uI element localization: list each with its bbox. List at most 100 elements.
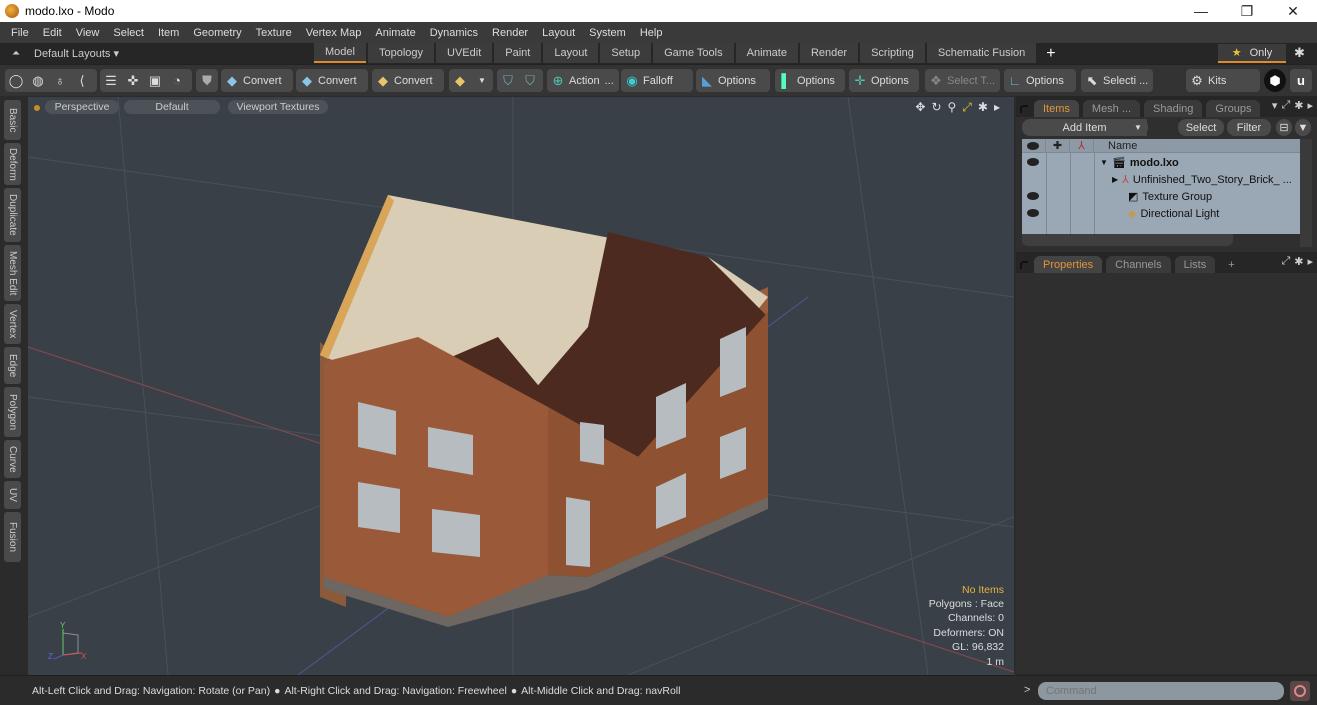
tab-channels[interactable]: Channels bbox=[1106, 256, 1171, 273]
maximize-icon[interactable]: ⤢ bbox=[962, 100, 972, 115]
action-center-button[interactable]: ⊕ Action ... bbox=[547, 69, 619, 92]
sidetab-vertex[interactable]: Vertex bbox=[4, 304, 21, 344]
options-button-3[interactable]: ✛ Options bbox=[849, 69, 919, 92]
tabs-dropdown-icon[interactable]: ▾ bbox=[1272, 99, 1278, 112]
view-type-dropdown[interactable]: Perspective bbox=[45, 100, 119, 114]
menu-system[interactable]: System bbox=[582, 27, 633, 39]
sidetab-duplicate[interactable]: Duplicate bbox=[4, 188, 21, 242]
panel-gear-icon[interactable]: ✱ bbox=[1294, 99, 1303, 112]
items-mode-icon[interactable]: ✜ bbox=[122, 70, 144, 92]
unreal-button[interactable]: u bbox=[1290, 69, 1312, 92]
sidetab-polygon[interactable]: Polygon bbox=[4, 387, 21, 437]
type-column[interactable]: ⅄ bbox=[1070, 139, 1094, 152]
convert-button-2[interactable]: ◆ Convert bbox=[296, 69, 368, 92]
expand-panel-icon[interactable]: ⤢ bbox=[1281, 99, 1290, 112]
menu-select[interactable]: Select bbox=[106, 27, 151, 39]
tab-game-tools[interactable]: Game Tools bbox=[653, 43, 734, 63]
lock-column[interactable]: ✚ bbox=[1046, 139, 1070, 152]
visibility-column[interactable] bbox=[1022, 139, 1046, 152]
tab-scripting[interactable]: Scripting bbox=[860, 43, 925, 63]
polygons-mode-icon[interactable]: ☰ bbox=[100, 70, 122, 92]
menu-layout[interactable]: Layout bbox=[535, 27, 582, 39]
menu-render[interactable]: Render bbox=[485, 27, 535, 39]
command-history-button[interactable] bbox=[1290, 681, 1310, 701]
sidetab-mesh-edit[interactable]: Mesh Edit bbox=[4, 245, 21, 301]
tab-groups[interactable]: Groups bbox=[1206, 100, 1261, 117]
item-list-vscrollbar[interactable] bbox=[1300, 139, 1312, 247]
minimize-button[interactable]: — bbox=[1178, 0, 1224, 22]
list-item[interactable]: ▶ ⅄ Unfinished_Two_Story_Brick_ ... bbox=[1022, 171, 1300, 188]
tab-items[interactable]: Items bbox=[1034, 100, 1079, 117]
menu-item[interactable]: Item bbox=[151, 27, 186, 39]
list-options-icon[interactable]: ⊟ bbox=[1276, 119, 1292, 136]
close-button[interactable]: ✕ bbox=[1270, 0, 1316, 22]
sidetab-fusion[interactable]: Fusion bbox=[4, 512, 21, 562]
eye-icon[interactable] bbox=[1027, 192, 1039, 200]
tab-schematic-fusion[interactable]: Schematic Fusion bbox=[926, 43, 1037, 63]
add-tab-button[interactable]: + bbox=[1038, 43, 1063, 64]
collapse-arrow-icon[interactable]: ⏶ bbox=[12, 48, 20, 59]
menu-view[interactable]: View bbox=[69, 27, 107, 39]
list-item[interactable]: ◩ Texture Group bbox=[1022, 188, 1300, 205]
viewport-options-dot-icon[interactable] bbox=[34, 105, 40, 111]
list-item[interactable]: ▼ 🎬︎ modo.lxo bbox=[1022, 154, 1300, 171]
vertices-mode-icon[interactable]: ◯ bbox=[5, 70, 27, 92]
viewport-menu-arrow-icon[interactable]: ▸ bbox=[994, 100, 1000, 115]
pen-mode-icon[interactable]: ♁ bbox=[49, 70, 71, 92]
tab-layout[interactable]: Layout bbox=[543, 43, 599, 63]
options-button-2[interactable]: ▌ Options bbox=[775, 69, 845, 92]
cube-dropdown[interactable]: ◆ ▼ bbox=[449, 69, 493, 92]
only-button[interactable]: ★ Only bbox=[1218, 44, 1286, 63]
add-item-dropdown-icon[interactable]: ▼ bbox=[1128, 119, 1148, 136]
name-column-header[interactable]: Name bbox=[1108, 140, 1137, 152]
panel-menu-arrow-icon[interactable]: ▸ bbox=[1307, 255, 1313, 268]
menu-animate[interactable]: Animate bbox=[368, 27, 422, 39]
falloff-button[interactable]: ◉ Falloff bbox=[621, 69, 693, 92]
globe-mode-icon[interactable]: ◍ bbox=[27, 70, 49, 92]
tab-properties[interactable]: Properties bbox=[1034, 256, 1103, 273]
tab-setup[interactable]: Setup bbox=[600, 43, 652, 63]
kits-button[interactable]: ⚙ Kits bbox=[1186, 69, 1260, 92]
expand-panel-icon[interactable]: ⤢ bbox=[1281, 255, 1290, 268]
restore-button[interactable]: ❐ bbox=[1224, 0, 1270, 22]
menu-file[interactable]: File bbox=[4, 27, 36, 39]
tab-animate[interactable]: Animate bbox=[735, 43, 798, 63]
panel-menu-arrow-icon[interactable]: ▸ bbox=[1307, 99, 1313, 112]
sidetab-basic[interactable]: Basic bbox=[4, 100, 21, 140]
sidetab-deform[interactable]: Deform bbox=[4, 143, 21, 185]
tab-topology[interactable]: Topology bbox=[367, 43, 435, 63]
select-button[interactable]: Select bbox=[1178, 119, 1224, 136]
rotate-icon[interactable]: ↻ bbox=[931, 100, 941, 115]
menu-help[interactable]: Help bbox=[633, 27, 670, 39]
zoom-icon[interactable]: ⚲ bbox=[948, 100, 957, 115]
add-properties-tab-button[interactable]: + bbox=[1219, 256, 1243, 273]
tab-uvedit[interactable]: UVEdit bbox=[436, 43, 493, 63]
sidetab-curve[interactable]: Curve bbox=[4, 440, 21, 478]
shield-button[interactable]: ⛊ bbox=[196, 69, 218, 92]
convert-button-3[interactable]: ◆ Convert bbox=[372, 69, 444, 92]
options-button-4[interactable]: ∟ Options bbox=[1004, 69, 1076, 92]
select-tool-button[interactable]: ❖ Select T... bbox=[925, 69, 1000, 92]
default-layouts-dropdown[interactable]: Default Layouts ▾ bbox=[34, 47, 119, 60]
edges-mode-icon[interactable]: ⟨ bbox=[71, 70, 93, 92]
filter-button[interactable]: Filter bbox=[1227, 119, 1271, 136]
expand-arrow-icon[interactable]: ▼ bbox=[1100, 158, 1108, 167]
materials-mode-icon[interactable]: ▣ bbox=[144, 70, 166, 92]
unity-button[interactable]: ⬢ bbox=[1264, 69, 1286, 92]
tab-shading[interactable]: Shading bbox=[1144, 100, 1203, 117]
pan-icon[interactable]: ✥ bbox=[915, 100, 925, 115]
item-list-hscrollbar[interactable] bbox=[1022, 234, 1233, 246]
symmetry-shield-icon[interactable]: ⛉ bbox=[519, 70, 541, 92]
sidetab-edge[interactable]: Edge bbox=[4, 347, 21, 384]
options-button-1[interactable]: ◣ Options bbox=[696, 69, 770, 92]
command-input[interactable] bbox=[1038, 682, 1284, 700]
tab-model[interactable]: Model bbox=[314, 43, 366, 63]
viewport-gear-icon[interactable]: ✱ bbox=[978, 100, 988, 115]
viewport-textures-dropdown[interactable]: Viewport Textures bbox=[228, 100, 328, 114]
eye-icon[interactable] bbox=[1027, 209, 1039, 217]
tab-lists[interactable]: Lists bbox=[1174, 256, 1216, 273]
3d-viewport[interactable]: Perspective Default Viewport Textures ✥ … bbox=[28, 97, 1014, 675]
menu-vertex-map[interactable]: Vertex Map bbox=[299, 27, 369, 39]
snap-shield-icon[interactable]: ⛉ bbox=[497, 70, 519, 92]
selection-sets-button[interactable]: ⬉ Selecti ... bbox=[1081, 69, 1153, 92]
